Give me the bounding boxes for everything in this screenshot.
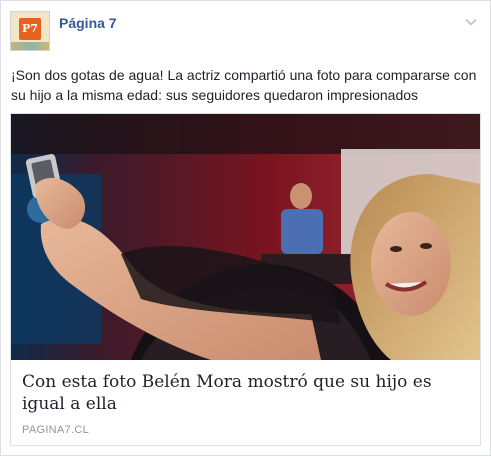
chevron-down-icon[interactable] [464, 15, 478, 29]
page-logo: P7 [19, 18, 41, 40]
avatar-photo-strip [11, 42, 49, 50]
link-preview-image[interactable] [11, 114, 480, 360]
page-name-link[interactable]: Página 7 [59, 15, 117, 31]
link-title[interactable]: Con esta foto Belén Mora mostró que su h… [22, 371, 470, 415]
link-preview-card[interactable]: Con esta foto Belén Mora mostró que su h… [10, 113, 481, 446]
link-domain: PAGINA7.CL [22, 424, 89, 436]
facebook-post: P7 Página 7 ¡Son dos gotas de agua! La a… [0, 0, 491, 456]
post-header: P7 Página 7 [10, 11, 480, 53]
post-caption: ¡Son dos gotas de agua! La actriz compar… [11, 67, 477, 103]
page-avatar[interactable]: P7 [10, 11, 50, 51]
